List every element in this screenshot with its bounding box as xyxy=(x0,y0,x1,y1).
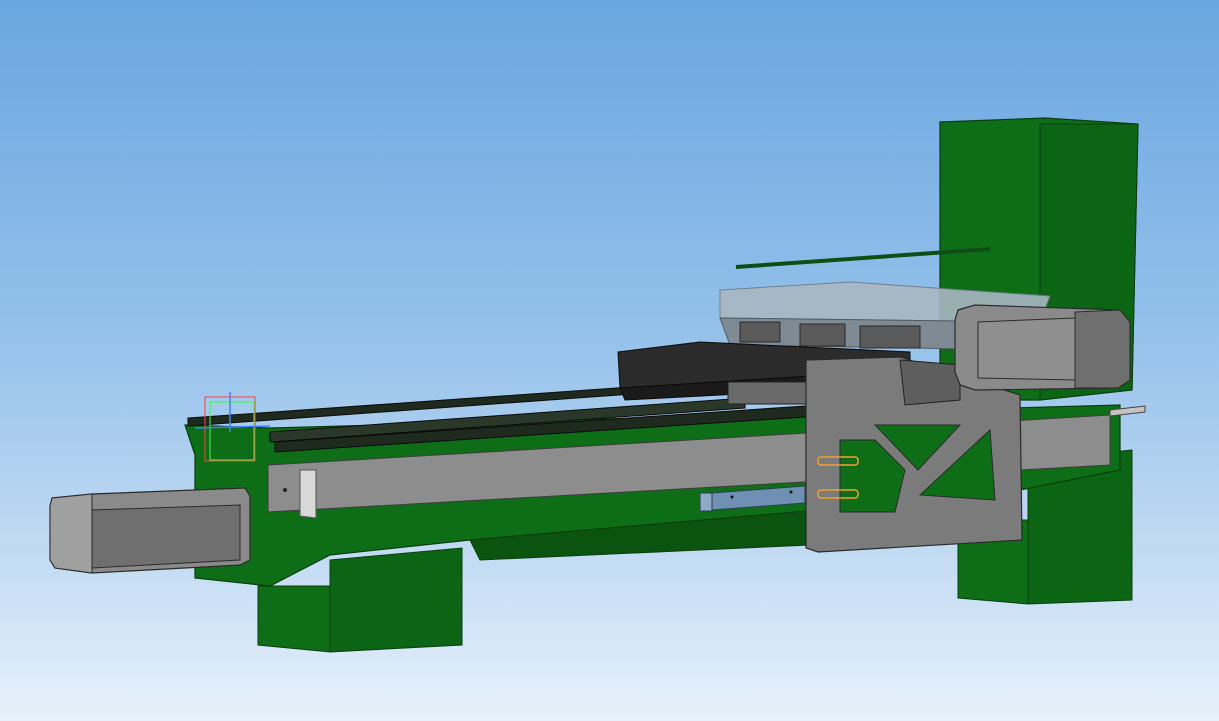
carriage-bearing xyxy=(727,381,809,405)
left-motor[interactable] xyxy=(49,487,251,574)
mesh-table-block-1 xyxy=(739,321,781,343)
left-motor-end-cap xyxy=(49,493,93,574)
motor-mount-bracket xyxy=(899,359,961,406)
right-motor-end-cap xyxy=(1074,309,1131,389)
cad-model-scene[interactable] xyxy=(0,0,1219,721)
sensor-bar-screw-1 xyxy=(730,495,734,499)
right-motor[interactable] xyxy=(954,304,1131,391)
base-frame-leg-front xyxy=(329,547,463,653)
mesh-table-block-3 xyxy=(859,325,921,349)
mesh-table-block-2 xyxy=(799,323,846,347)
gray-beam-bolt xyxy=(283,488,287,492)
left-motor-side xyxy=(91,504,241,569)
cad-viewport[interactable] xyxy=(0,0,1219,721)
right-motor-side xyxy=(977,317,1076,381)
sensor-bar-screw-2 xyxy=(789,490,793,494)
sensor-bar-end xyxy=(699,492,713,512)
base-frame-leg-left xyxy=(257,585,331,653)
gray-beam-end-cap xyxy=(299,469,317,519)
